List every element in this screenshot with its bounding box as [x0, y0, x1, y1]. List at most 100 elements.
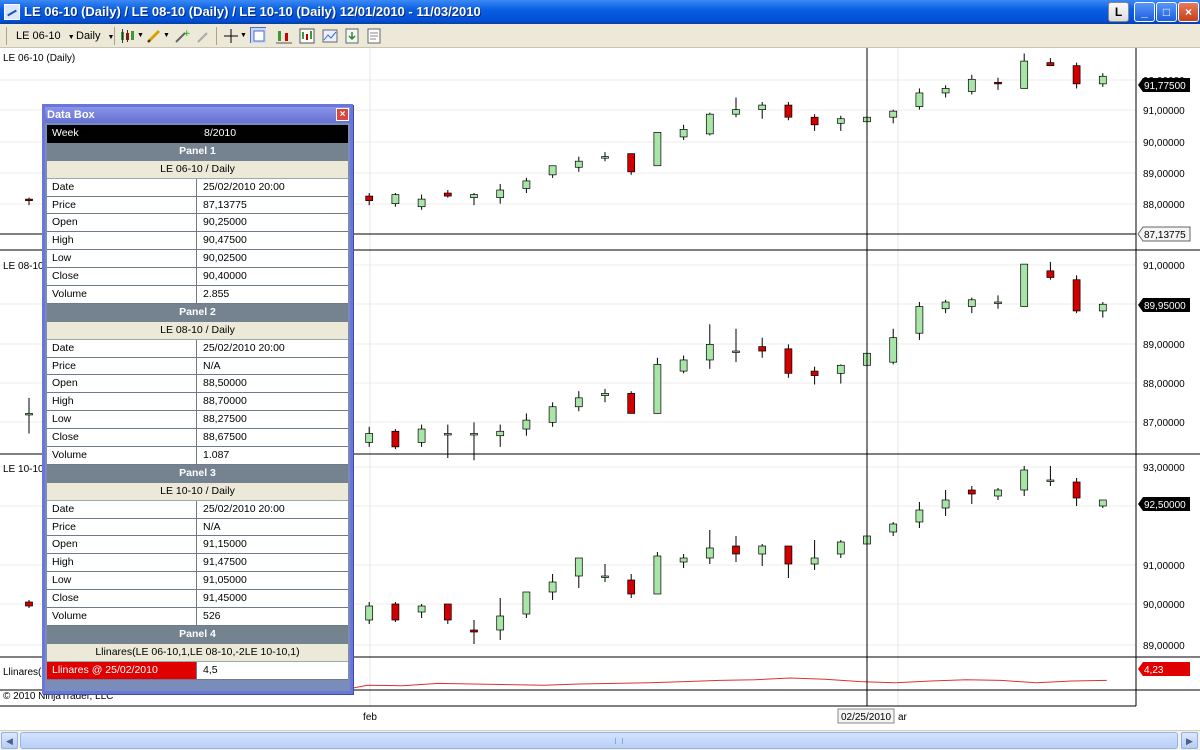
- databox-value: 91,47500: [203, 556, 247, 569]
- crosshair-price-label: 87,13775: [1144, 230, 1186, 241]
- databox-value-row: Low 88,27500: [47, 411, 348, 430]
- data-box-window[interactable]: Data Box × Week 8/2010 Panel 1 LE 06-10 /…: [42, 104, 353, 694]
- candle: [994, 489, 1002, 497]
- candle: [915, 306, 924, 334]
- remove-indicator-icon[interactable]: [196, 28, 212, 44]
- databox-key: Date: [47, 178, 197, 196]
- candle: [732, 109, 740, 115]
- title-bar[interactable]: LE 06-10 (Daily) / LE 08-10 (Daily) / LE…: [0, 0, 1200, 24]
- y-tick-label: 91,00000: [1143, 106, 1185, 117]
- chart-panels-icon[interactable]: [299, 28, 315, 44]
- panel-2-label: LE 08-10: [3, 261, 44, 272]
- candle: [522, 419, 531, 430]
- candle: [915, 509, 924, 523]
- window-title: LE 06-10 (Daily) / LE 08-10 (Daily) / LE…: [24, 4, 481, 19]
- scroll-left-arrow-icon[interactable]: ◀: [1, 732, 18, 749]
- candle: [522, 591, 531, 615]
- toolbar-separator: [216, 27, 217, 45]
- candle: [601, 393, 609, 396]
- databox-key: Price: [47, 196, 197, 214]
- candle: [889, 523, 898, 533]
- add-indicator-icon[interactable]: +: [174, 28, 190, 44]
- x-tick-label: ar: [898, 712, 908, 723]
- image-export-icon[interactable]: [322, 28, 338, 44]
- candle: [1072, 481, 1081, 499]
- candle: [1020, 263, 1029, 307]
- candle: [1072, 279, 1081, 312]
- candlestick-style-icon[interactable]: [119, 28, 135, 44]
- chevron-down-icon[interactable]: ▼: [163, 27, 170, 45]
- data-box-icon[interactable]: [250, 27, 266, 43]
- candle: [470, 194, 478, 198]
- databox-key: Close: [47, 590, 197, 608]
- candle: [601, 156, 609, 159]
- databox-key: High: [47, 232, 197, 250]
- candle: [758, 545, 767, 555]
- chevron-down-icon[interactable]: ▼: [240, 27, 247, 45]
- databox-value: 1.087: [203, 449, 230, 462]
- chevron-down-icon[interactable]: ▼: [137, 27, 144, 45]
- data-box-close-icon[interactable]: ×: [336, 108, 349, 121]
- databox-value-row: Volume 526: [47, 608, 348, 626]
- databox-value-row: Close 90,40000: [47, 268, 348, 287]
- databox-key: Price: [47, 357, 197, 375]
- crosshair-icon[interactable]: [223, 28, 239, 44]
- candle: [758, 346, 767, 352]
- data-box-title-bar[interactable]: Data Box ×: [45, 107, 350, 123]
- pencil-draw-icon[interactable]: [146, 28, 162, 44]
- databox-value: 526: [203, 610, 221, 623]
- candle: [417, 605, 426, 613]
- databox-key: Volume: [47, 447, 197, 464]
- databox-key: Close: [47, 268, 197, 286]
- candle: [810, 116, 819, 126]
- interval-selector[interactable]: Daily ▼: [76, 27, 114, 45]
- databox-instrument-row: LE 06-10 / Daily: [47, 160, 348, 179]
- scroll-right-arrow-icon[interactable]: ▶: [1181, 732, 1198, 749]
- databox-value-row: Low 91,05000: [47, 572, 348, 591]
- databox-value: 2.855: [203, 288, 230, 301]
- candle: [496, 189, 505, 198]
- crosshair-date-label: 02/25/2010: [841, 712, 891, 723]
- scrollbar-thumb[interactable]: [20, 732, 1178, 749]
- candle: [391, 194, 400, 205]
- databox-key: High: [47, 393, 197, 411]
- link-button[interactable]: L: [1108, 2, 1129, 22]
- databox-value-row: High 90,47500: [47, 232, 348, 251]
- candle: [784, 348, 793, 374]
- candle: [994, 301, 1002, 304]
- candle: [889, 337, 898, 363]
- maximize-button[interactable]: □: [1156, 2, 1177, 22]
- candle: [574, 160, 583, 168]
- candle: [496, 430, 505, 437]
- candle: [653, 555, 662, 595]
- databox-value: 87,13775: [203, 198, 247, 211]
- databox-value-row: Date 25/02/2010 20:00: [47, 178, 348, 197]
- panel-4-label: Llinares(: [3, 667, 42, 678]
- candle: [470, 629, 478, 633]
- bar-spacing-icon[interactable]: [276, 28, 292, 44]
- properties-icon[interactable]: [366, 28, 382, 44]
- candle: [810, 557, 819, 565]
- chart-app-icon: [4, 4, 20, 20]
- candle: [941, 499, 950, 509]
- candle: [1098, 75, 1107, 85]
- databox-key: Price: [47, 518, 197, 536]
- horizontal-scrollbar[interactable]: ◀ ▶: [0, 730, 1200, 750]
- candle: [522, 180, 531, 189]
- databox-panel-header: Panel 2: [47, 303, 348, 322]
- close-button[interactable]: ×: [1178, 2, 1199, 22]
- candle: [758, 104, 767, 110]
- databox-value-row: Volume 2.855: [47, 286, 348, 304]
- save-icon[interactable]: [344, 28, 360, 44]
- candle: [25, 198, 33, 201]
- instrument-selector[interactable]: LE 06-10 ▼: [16, 27, 75, 45]
- candle: [365, 605, 374, 621]
- databox-value-row: Date 25/02/2010 20:00: [47, 339, 348, 358]
- candle: [548, 406, 557, 423]
- databox-key: Low: [47, 250, 197, 268]
- databox-panel-header: Panel 1: [47, 142, 348, 161]
- databox-value: 88,27500: [203, 413, 247, 426]
- candle: [365, 195, 374, 201]
- candle: [705, 547, 714, 559]
- minimize-button[interactable]: _: [1134, 2, 1155, 22]
